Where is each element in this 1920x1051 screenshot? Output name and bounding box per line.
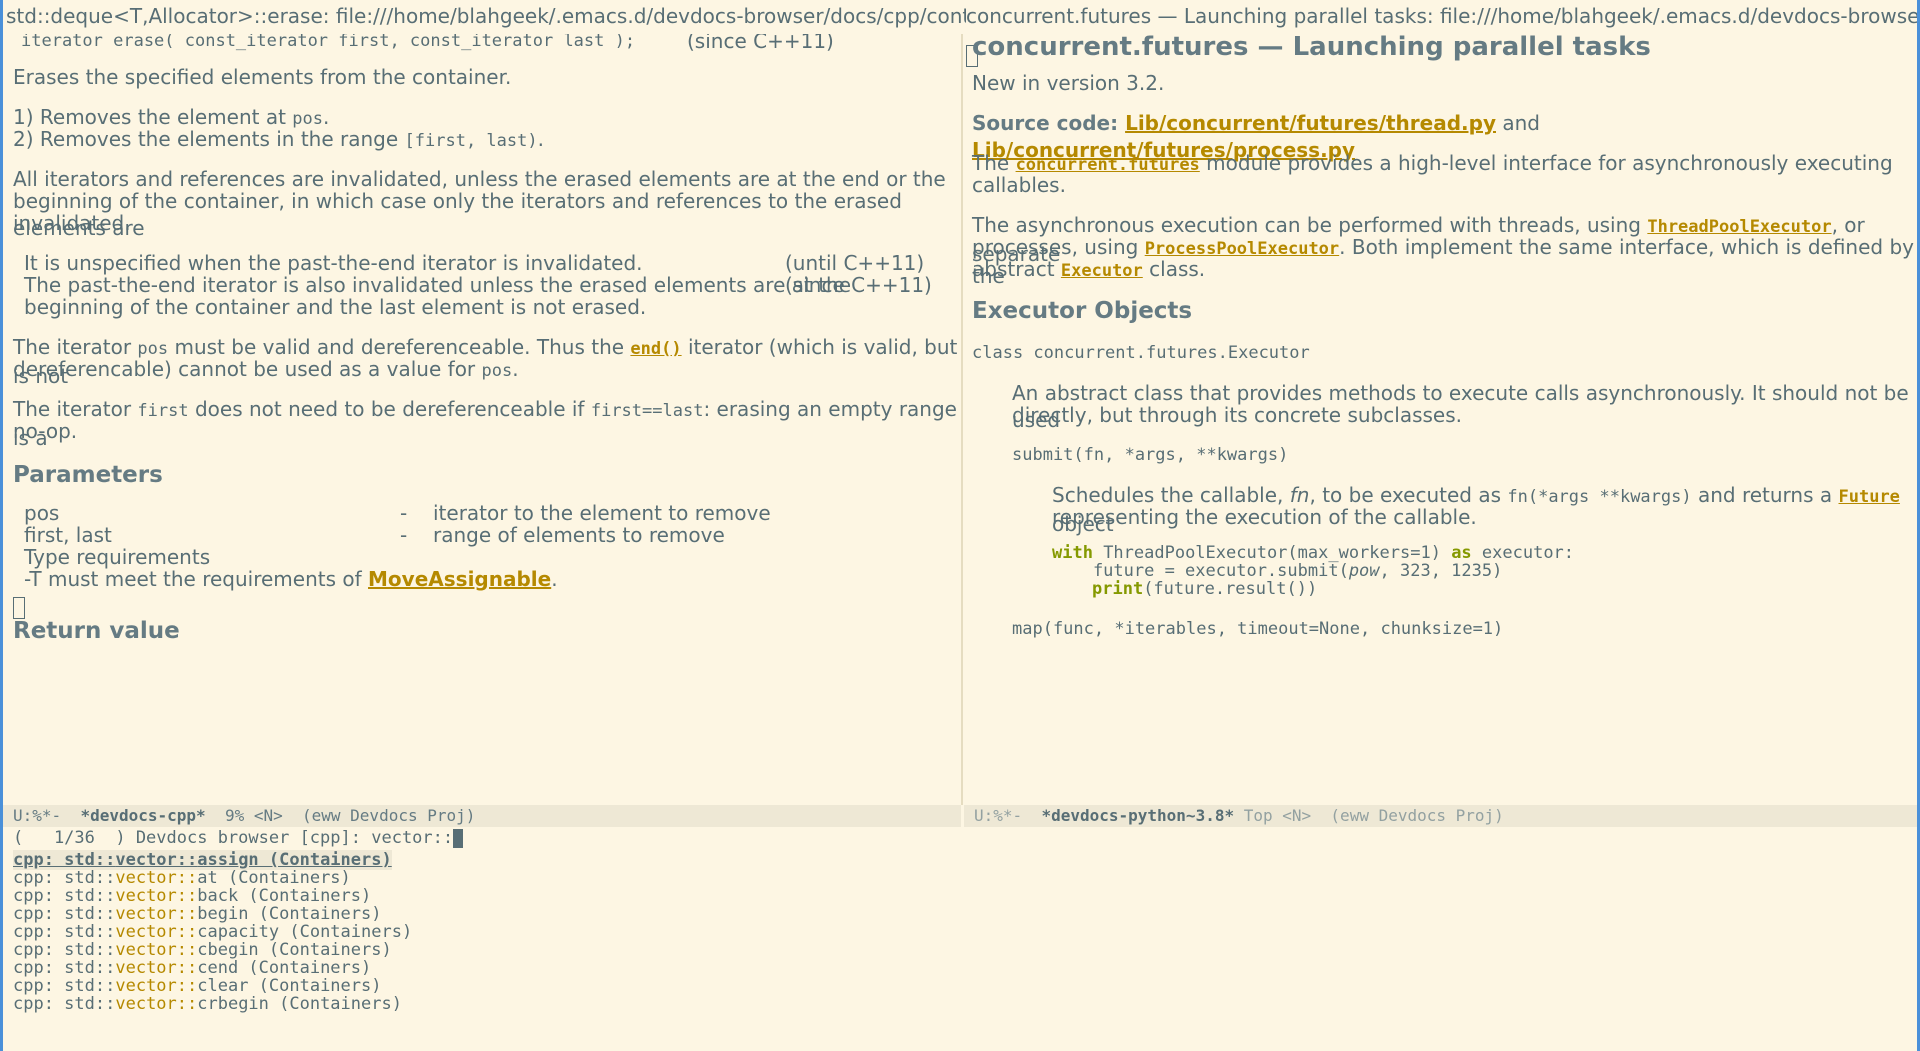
class-desc-line-2: directly, but through its concrete subcl… <box>1012 403 1462 427</box>
buffer-name: *devdocs-cpp* <box>80 806 206 825</box>
right-window-title: concurrent.futures — Launching parallel … <box>966 4 1917 28</box>
page-title: concurrent.futures — Launching parallel … <box>972 34 1651 62</box>
minibuffer-prompt-line[interactable]: ( 1/36 ) Devdocs browser [cpp]: vector:: <box>13 827 464 849</box>
param-desc: range of elements to remove <box>433 523 725 547</box>
type-requirements-line: -T must meet the requirements of MoveAss… <box>24 567 558 591</box>
executor-objects-heading: Executor Objects <box>972 298 1193 324</box>
invalidate-line-2: beginning of the container, in which cas… <box>13 189 902 240</box>
intro-text: Erases the specified elements from the c… <box>13 65 512 89</box>
param-dash: - <box>400 523 408 547</box>
text-cursor <box>13 594 25 619</box>
minibuffer-input[interactable]: vector:: <box>371 828 453 848</box>
submit-signature: submit(fn, *args, **kwargs) <box>1012 445 1289 465</box>
left-window-title: std::deque<T,Allocator>::erase: file:///… <box>6 4 966 28</box>
moveassignable-link[interactable]: MoveAssignable <box>368 567 551 591</box>
candidate-item[interactable]: cpp: std::vector::crbegin (Containers) <box>13 993 402 1015</box>
input-cursor <box>453 828 464 848</box>
window-title-bar: std::deque<T,Allocator>::erase: file:///… <box>3 0 1917 34</box>
pos-para-line-2: dereferencable) cannot be used as a valu… <box>13 357 519 381</box>
signature-version-note: (since C++11) <box>687 34 834 53</box>
erase-signature: iterator erase( const_iterator first, co… <box>21 34 636 51</box>
right-mode-line[interactable]: U:%*- *devdocs-python~3.8* Top <N> (eww … <box>964 805 1917 827</box>
minibuffer-prompt: ( 1/36 ) Devdocs browser [cpp]: <box>13 828 372 848</box>
buffer-name: *devdocs-python~3.8* <box>1041 806 1235 825</box>
window-divider[interactable] <box>961 34 963 805</box>
new-in-version: New in version 3.2. <box>972 71 1165 95</box>
async-para-line-3: abstract Executor class. <box>972 257 1206 281</box>
submit-desc-line-2: representing the execution of the callab… <box>1052 505 1477 529</box>
invalidate-line-3: invalidated. <box>13 211 131 235</box>
first-para-line-2: no-op. <box>13 419 78 443</box>
end-link[interactable]: end() <box>630 339 681 359</box>
code-line-3: print(future.result()) <box>1092 579 1318 599</box>
map-signature: map(func, *iterables, timeout=None, chun… <box>1012 619 1504 639</box>
python-doc-pane[interactable]: concurrent.futures — Launching parallel … <box>964 34 1917 805</box>
return-value-heading: Return value <box>13 618 180 644</box>
executor-link[interactable]: Executor <box>1061 261 1143 281</box>
parameters-heading: Parameters <box>13 462 163 488</box>
item-2: 2) Removes the elements in the range [fi… <box>13 127 544 151</box>
thread-py-link[interactable]: Lib/concurrent/futures/thread.py <box>1125 111 1496 135</box>
minibuffer[interactable]: ( 1/36 ) Devdocs browser [cpp]: vector::… <box>3 827 1917 1051</box>
cpp-doc-pane[interactable]: iterator erase( const_iterator first, co… <box>3 34 961 805</box>
future-link[interactable]: Future <box>1839 487 1900 507</box>
table-row-2b: beginning of the container and the last … <box>24 295 647 319</box>
left-mode-line[interactable]: U:%*- *devdocs-cpp* 9% <N> (eww Devdocs … <box>3 805 961 827</box>
first-para-line-1: The iterator first does not need to be d… <box>13 397 957 450</box>
module-para-line-2: callables. <box>972 173 1066 197</box>
table-row-2-note: (since C++11) <box>785 273 932 297</box>
executor-class-signature: class concurrent.futures.Executor <box>972 343 1310 363</box>
module-para-line-1: The concurrent.futures module provides a… <box>972 151 1893 175</box>
